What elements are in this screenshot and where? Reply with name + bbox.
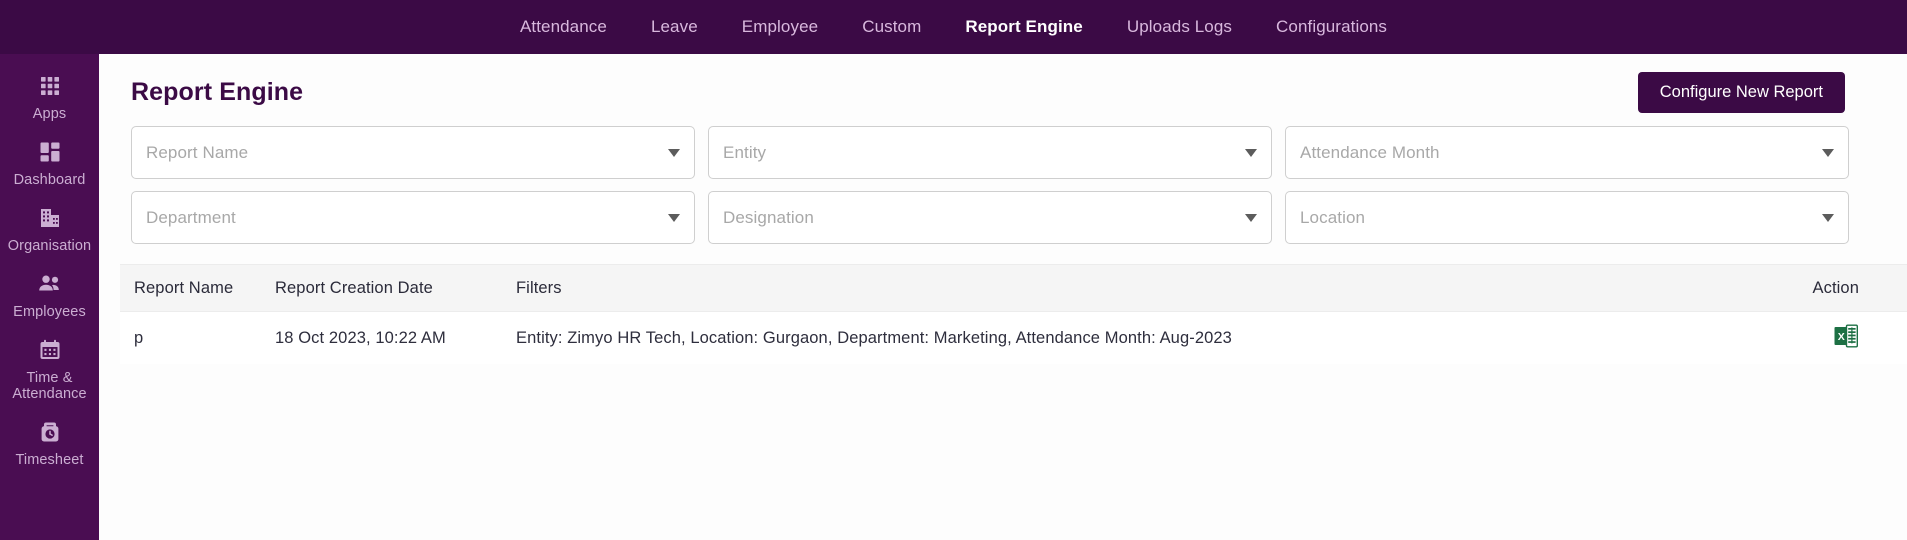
- svg-text:X: X: [1838, 331, 1845, 343]
- location-placeholder: Location: [1300, 207, 1366, 227]
- column-header-action: Action: [1812, 278, 1859, 297]
- dashboard-icon: [4, 139, 95, 165]
- sidebar-item-label-apps: Apps: [32, 106, 67, 122]
- timesheet-clock-icon: [4, 419, 95, 445]
- entity-dropdown[interactable]: Entity: [708, 126, 1272, 179]
- department-dropdown[interactable]: Department: [131, 191, 695, 244]
- cell-creation-date: 18 Oct 2023, 10:22 AM: [275, 328, 446, 347]
- sidebar-item-label-employees: Employees: [13, 304, 86, 320]
- column-header-report-name: Report Name: [134, 278, 234, 297]
- building-icon: [4, 205, 95, 231]
- report-name-dropdown[interactable]: Report Name: [131, 126, 695, 179]
- page-header: Report Engine Configure New Report: [99, 54, 1907, 130]
- column-header-filters: Filters: [516, 278, 562, 297]
- location-dropdown[interactable]: Location: [1285, 191, 1849, 244]
- sidebar-item-label-organisation: Organisation: [7, 238, 92, 254]
- filter-row-2: Department Designation Location: [131, 191, 1849, 244]
- cell-action: X: [1717, 323, 1907, 354]
- top-navigation-bar: Attendance Leave Employee Custom Report …: [0, 0, 1907, 54]
- main-content: Report Engine Configure New Report Repor…: [99, 54, 1907, 540]
- entity-placeholder: Entity: [723, 142, 767, 162]
- chevron-down-icon: [1245, 148, 1257, 157]
- topnav-item-custom[interactable]: Custom: [840, 0, 943, 54]
- calendar-icon: [4, 337, 95, 363]
- chevron-down-icon: [668, 213, 680, 222]
- grid-apps-icon: [4, 73, 95, 99]
- chevron-down-icon: [1245, 213, 1257, 222]
- left-sidebar: Apps Dashboard Organisation Employees Ti…: [0, 54, 99, 540]
- topnav-item-leave[interactable]: Leave: [629, 0, 720, 54]
- filter-panel: Report Name Entity Attendance Month Depa…: [131, 126, 1849, 256]
- cell-report-name: p: [134, 328, 144, 347]
- people-icon: [4, 271, 95, 297]
- top-nav-items: Attendance Leave Employee Custom Report …: [498, 0, 1409, 54]
- table-header-row: Report Name Report Creation Date Filters…: [120, 264, 1907, 312]
- topnav-item-uploads-logs[interactable]: Uploads Logs: [1105, 0, 1254, 54]
- report-name-placeholder: Report Name: [146, 142, 249, 162]
- page-title: Report Engine: [131, 78, 304, 106]
- attendance-month-dropdown[interactable]: Attendance Month: [1285, 126, 1849, 179]
- sidebar-item-timesheet[interactable]: Timesheet: [0, 410, 99, 476]
- designation-dropdown[interactable]: Designation: [708, 191, 1272, 244]
- sidebar-item-label-timesheet: Timesheet: [15, 452, 84, 468]
- excel-download-icon[interactable]: X: [1833, 323, 1859, 354]
- reports-table: Report Name Report Creation Date Filters…: [120, 264, 1907, 364]
- sidebar-item-organisation[interactable]: Organisation: [0, 196, 99, 262]
- topnav-item-employee[interactable]: Employee: [720, 0, 840, 54]
- topnav-item-report-engine[interactable]: Report Engine: [943, 0, 1104, 54]
- topnav-item-configurations[interactable]: Configurations: [1254, 0, 1409, 54]
- topnav-item-attendance[interactable]: Attendance: [498, 0, 629, 54]
- sidebar-item-label-dashboard: Dashboard: [13, 172, 86, 188]
- chevron-down-icon: [1822, 213, 1834, 222]
- chevron-down-icon: [668, 148, 680, 157]
- sidebar-item-employees[interactable]: Employees: [0, 262, 99, 328]
- cell-filters: Entity: Zimyo HR Tech, Location: Gurgaon…: [516, 328, 1232, 347]
- sidebar-item-label-time-attendance: Time & Attendance: [12, 370, 87, 402]
- designation-placeholder: Designation: [723, 207, 814, 227]
- sidebar-item-dashboard[interactable]: Dashboard: [0, 130, 99, 196]
- column-header-report-creation-date: Report Creation Date: [275, 278, 433, 297]
- configure-new-report-button[interactable]: Configure New Report: [1637, 72, 1845, 113]
- table-row: p 18 Oct 2023, 10:22 AM Entity: Zimyo HR…: [120, 312, 1907, 364]
- sidebar-item-time-attendance[interactable]: Time & Attendance: [0, 328, 99, 410]
- filter-row-1: Report Name Entity Attendance Month: [131, 126, 1849, 179]
- department-placeholder: Department: [146, 207, 236, 227]
- sidebar-item-apps[interactable]: Apps: [0, 64, 99, 130]
- chevron-down-icon: [1822, 148, 1834, 157]
- attendance-month-placeholder: Attendance Month: [1300, 142, 1440, 162]
